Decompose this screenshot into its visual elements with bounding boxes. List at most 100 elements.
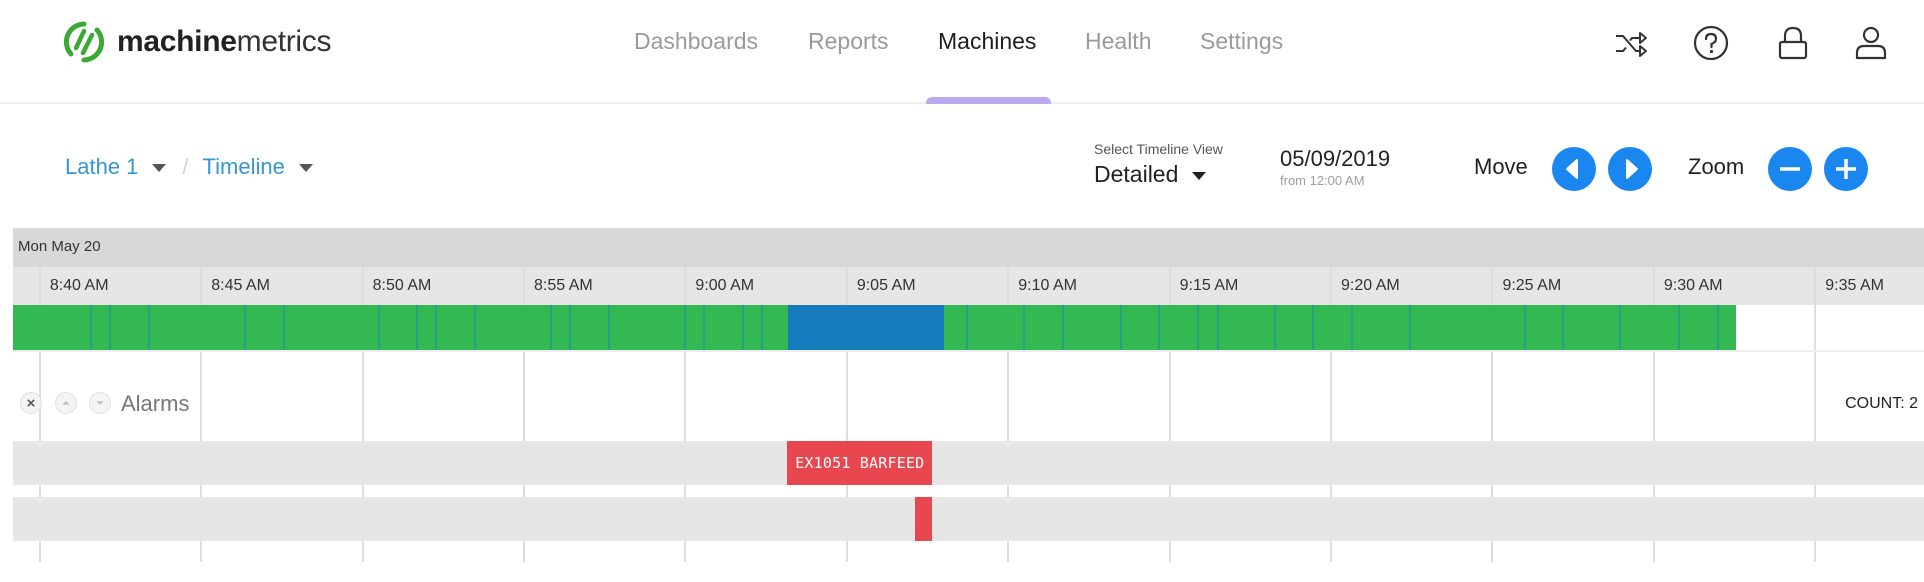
cycle-mark [569,305,572,350]
move-down-button[interactable] [89,392,111,414]
timeline-day-label: Mon May 20 [18,238,101,255]
toolbar: Lathe 1 / Timeline Select Timeline View … [0,104,1924,228]
cycle-mark [1062,305,1065,350]
lock-button[interactable] [1774,24,1812,62]
cycle-mark [1216,305,1219,350]
triangle-down-icon [96,401,104,406]
cycle-mark [148,305,151,350]
cycle-mark [966,305,969,350]
top-header: machinemetrics Dashboards Reports Machin… [0,0,1924,104]
cycle-mark [1196,305,1199,350]
timeline-view-label: Select Timeline View [1094,141,1223,157]
cycle-mark [243,305,246,350]
caret-right-icon [1626,159,1638,179]
alarm-bar[interactable]: EX1051 BARFEED [787,441,933,485]
zoom-out-button[interactable] [1768,147,1812,191]
timeline-view-select[interactable]: Select Timeline View Detailed [1094,141,1223,188]
status-segment-running[interactable] [13,305,789,350]
tick-label: 9:10 AM [1018,277,1077,294]
cycle-mark [108,305,111,350]
alarm-bar[interactable] [914,497,933,541]
status-segment-idle[interactable] [788,305,945,350]
cycle-mark [1273,305,1276,350]
cycle-mark [1523,305,1526,350]
header-actions [1604,24,1924,64]
move-forward-button[interactable] [1608,147,1652,191]
caret-left-icon [1566,159,1578,179]
close-icon [27,399,35,407]
tick-label: 9:05 AM [856,277,916,294]
breadcrumb-view[interactable]: Timeline [203,154,313,180]
cycle-mark [435,305,438,350]
alarm-row [13,497,1924,541]
cycle-mark [608,305,611,350]
alarms-count: COUNT: 2 [1845,395,1918,412]
nav-machines[interactable]: Machines [938,28,1036,55]
cycle-mark [1350,305,1353,350]
cycle-mark [1619,305,1622,350]
user-icon [1855,26,1887,60]
date-value: 05/09/2019 [1280,146,1391,171]
cycle-mark [416,305,419,350]
tick-label: 9:30 AM [1663,277,1723,294]
breadcrumb: Lathe 1 / Timeline [65,154,313,180]
active-tab-indicator [926,97,1051,104]
minus-icon [1780,167,1800,171]
nav-dashboards[interactable]: Dashboards [634,28,758,55]
date-subtitle: from 12:00 AM [1280,173,1365,188]
nav-reports[interactable]: Reports [808,28,889,55]
tick-label: 8:55 AM [534,277,593,294]
move-back-button[interactable] [1552,147,1596,191]
cycle-mark [683,305,686,350]
tick-label: 9:25 AM [1502,277,1562,294]
breadcrumb-separator: / [182,154,189,179]
shuffle-icon [1616,32,1647,57]
user-button[interactable] [1852,24,1890,62]
cycle-mark [90,305,92,350]
alarms-header: Alarms COUNT: 2 [13,350,1924,441]
tick-label: 9:00 AM [695,277,755,294]
alarms-title: Alarms [121,391,190,416]
cycle-mark [377,305,380,350]
nav-health[interactable]: Health [1085,28,1151,55]
move-label: Move [1474,154,1528,179]
cycle-mark [1561,305,1564,350]
breadcrumb-view-label: Timeline [202,154,285,179]
move-up-button[interactable] [55,392,77,414]
plus-icon [1836,159,1856,179]
cycle-mark [474,305,477,350]
alarm-row: EX1051 BARFEED [13,441,1924,485]
tick-label: 8:45 AM [211,277,270,294]
chevron-down-icon [1192,171,1207,180]
cycle-mark [1023,305,1026,350]
lock-icon [1778,26,1808,60]
timeline-date-band: Mon May 20 [13,228,1924,267]
cycle-mark [1120,305,1123,350]
chevron-down-icon [298,164,313,172]
shuffle-button[interactable] [1612,24,1650,62]
nav-settings[interactable]: Settings [1200,28,1283,55]
breadcrumb-machine[interactable]: Lathe 1 [65,154,167,180]
alarm-label: EX1051 BARFEED [795,454,925,472]
chevron-down-icon [152,164,167,172]
machine-timeline[interactable]: Mon May 20 8:40 AM 8:45 AM 8:50 AM 8:55 AM 9… [13,228,1924,582]
cycle-mark [742,305,745,350]
tick-label: 8:50 AM [372,277,432,294]
date-picker[interactable]: 05/09/2019 from 12:00 AM [1280,146,1390,188]
cycle-mark [550,305,552,350]
tick-label: 9:15 AM [1179,277,1239,294]
help-button[interactable] [1692,24,1730,62]
tick-label: 8:40 AM [49,277,109,294]
cycle-mark [1716,305,1719,350]
tick-label: 9:35 AM [1825,277,1884,294]
timeline-axis: 8:40 AM 8:45 AM 8:50 AM 8:55 AM 9:00 AM 9:05 … [13,267,1924,305]
machine-status-bar[interactable] [13,305,1924,350]
cycle-mark [1678,305,1681,350]
cycle-mark [1312,305,1315,350]
timeline-view-dropdown[interactable]: Detailed [1094,161,1223,188]
cycle-mark [282,305,285,350]
timeline-view-value: Detailed [1094,161,1179,187]
zoom-in-button[interactable] [1824,147,1868,191]
remove-alarms-button[interactable] [20,392,42,414]
breadcrumb-machine-label: Lathe 1 [65,154,139,179]
